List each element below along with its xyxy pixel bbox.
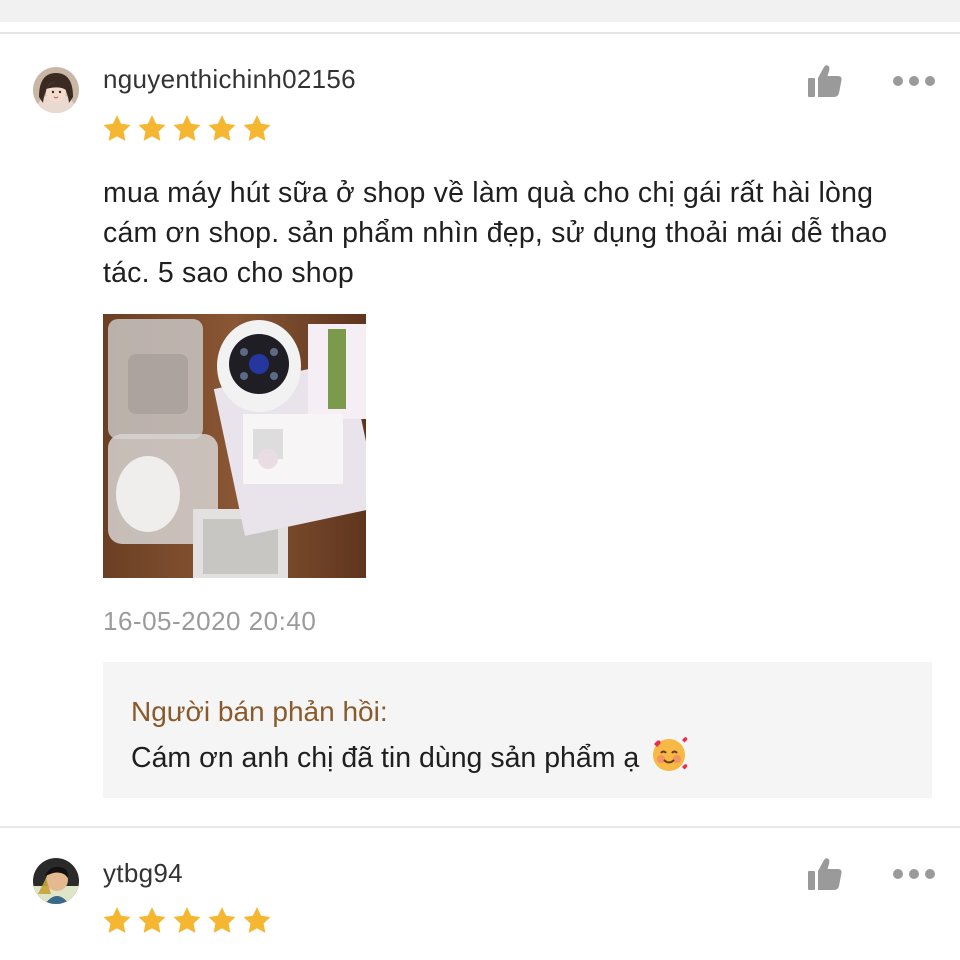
star-icon [208, 115, 236, 141]
star-icon [243, 907, 271, 933]
username[interactable]: nguyenthichinh02156 [103, 64, 356, 95]
review-comment: mua máy hút sữa ở shop về làm quà cho ch… [103, 177, 888, 289]
review-timestamp: 16-05-2020 20:40 [103, 606, 317, 636]
smiling-face-with-hearts-icon [649, 734, 689, 782]
star-icon [103, 907, 131, 933]
seller-reply: Người bán phản hồi: Cám ơn anh chị đã ti… [103, 662, 932, 798]
review-item: ytbg94 [0, 828, 960, 960]
seller-reply-text: Cám ơn anh chị đã tin dùng sản phẩm ạ [131, 741, 640, 774]
star-rating [102, 114, 272, 143]
username[interactable]: ytbg94 [103, 858, 183, 889]
star-icon [173, 115, 201, 141]
review-photo[interactable] [103, 314, 366, 578]
star-icon [103, 115, 131, 141]
more-options-icon[interactable] [893, 75, 935, 87]
thumbs-up-icon[interactable] [807, 857, 843, 891]
star-icon [173, 907, 201, 933]
star-rating [102, 906, 272, 935]
star-icon [138, 907, 166, 933]
star-icon [243, 115, 271, 141]
review-item: nguyenthichinh02156 mua máy hút sữa ở sh… [0, 0, 960, 826]
avatar[interactable] [33, 67, 79, 113]
more-options-icon[interactable] [893, 868, 935, 880]
seller-reply-label: Người bán phản hồi: [131, 696, 388, 727]
star-icon [208, 907, 236, 933]
thumbs-up-icon[interactable] [807, 64, 843, 98]
avatar[interactable] [33, 858, 79, 904]
star-icon [138, 115, 166, 141]
seller-reply-text-row: Cám ơn anh chị đã tin dùng sản phẩm ạ [131, 734, 689, 782]
